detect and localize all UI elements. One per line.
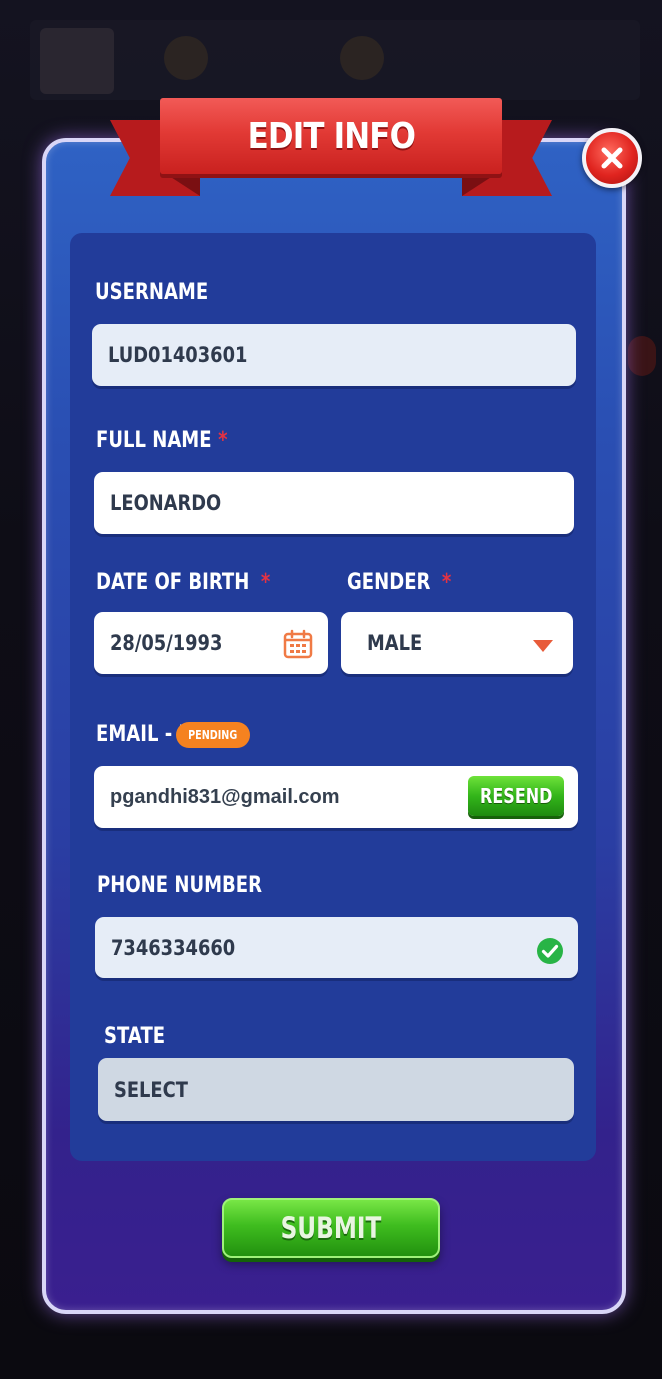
email-value: pgandhi831@gmail.com [110, 785, 340, 808]
modal-title: EDIT INFO [247, 115, 415, 157]
verified-check-icon [537, 938, 563, 964]
full-name-field[interactable]: LEONARDO [94, 472, 574, 534]
gender-label: GENDER * [347, 570, 452, 595]
date-of-birth-field[interactable]: 28/05/1993 [94, 612, 328, 674]
background-coin-icon [164, 36, 208, 80]
date-of-birth-label: DATE OF BIRTH * [96, 570, 271, 595]
gender-value: MALE [367, 631, 423, 655]
required-marker: * [260, 570, 271, 595]
background-top-bar [30, 20, 640, 100]
submit-button[interactable]: SUBMIT [222, 1198, 440, 1258]
phone-number-label: PHONE NUMBER [97, 873, 263, 898]
full-name-label: FULL NAME * [96, 428, 228, 453]
close-button[interactable] [582, 128, 642, 188]
calendar-icon[interactable] [282, 628, 314, 660]
full-name-value: LEONARDO [110, 491, 222, 515]
phone-number-field[interactable]: 7346334660 [95, 917, 578, 978]
phone-number-value: 7346334660 [111, 935, 236, 960]
close-icon [601, 147, 623, 169]
resend-button[interactable]: RESEND [468, 776, 564, 816]
username-label: USERNAME [95, 280, 209, 305]
username-field[interactable]: LUD01403601 [92, 324, 576, 386]
username-value: LUD01403601 [108, 343, 248, 367]
background-coin-icon [340, 36, 384, 80]
gender-select[interactable]: MALE [341, 612, 573, 674]
state-value: SELECT [114, 1077, 188, 1102]
background-avatar [40, 28, 114, 94]
title-ribbon: EDIT INFO [160, 98, 502, 174]
required-marker: * [218, 428, 228, 453]
state-label: STATE [104, 1024, 166, 1049]
date-of-birth-value: 28/05/1993 [110, 631, 223, 655]
dropdown-arrow-icon [533, 640, 553, 652]
pending-badge: PENDING [176, 722, 250, 748]
background-notification [628, 336, 656, 376]
state-select[interactable]: SELECT [98, 1058, 574, 1121]
required-marker: * [441, 570, 452, 595]
